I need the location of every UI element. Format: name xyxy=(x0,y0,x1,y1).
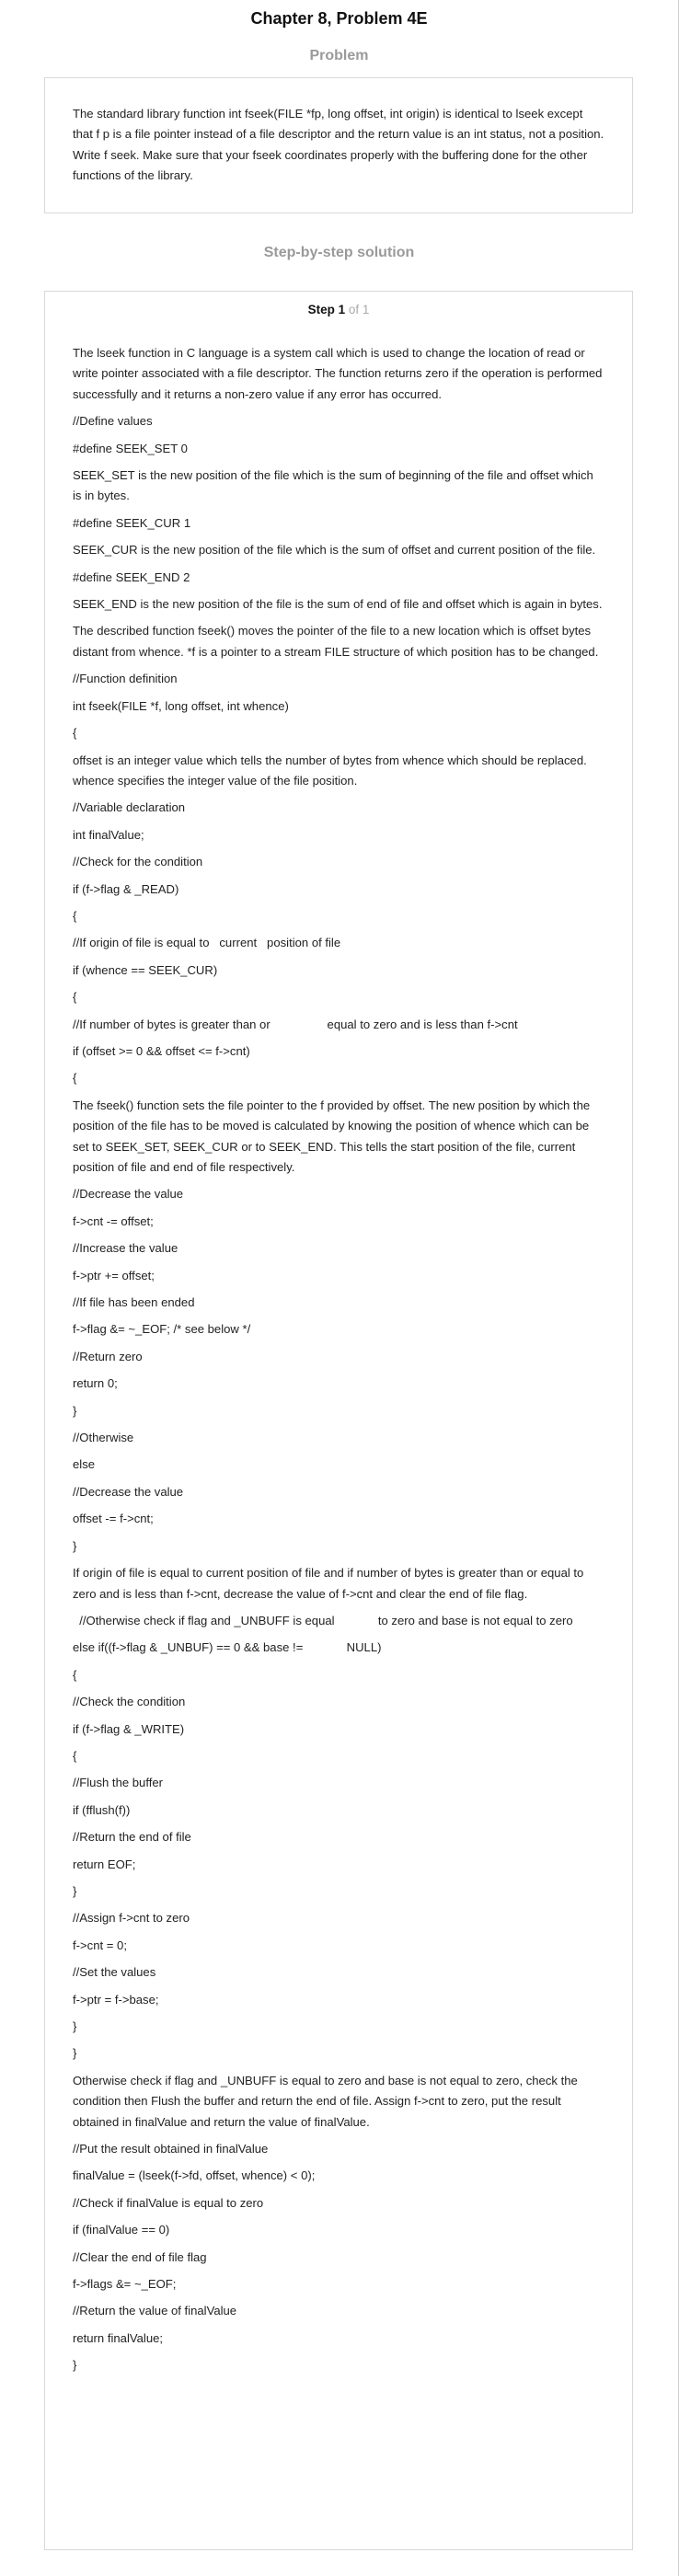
solution-line: } xyxy=(73,2046,77,2061)
solution-line: return finalValue; xyxy=(73,2330,164,2345)
problem-heading: Problem xyxy=(309,48,369,63)
solution-heading: Step-by-step solution xyxy=(263,245,415,260)
solution-line: } xyxy=(73,1883,77,1898)
solution-line: f->ptr = f->base; xyxy=(73,1992,159,2007)
solution-line: f->cnt = 0; xyxy=(73,1938,127,1952)
solution-line: offset is an integer value which tells t… xyxy=(73,753,591,788)
solution-line: f->ptr += offset; xyxy=(73,1268,155,1282)
step-label: Step 1 xyxy=(307,303,346,316)
solution-line: f->flag &= ~_EOF; /* see below */ xyxy=(73,1322,251,1337)
solution-line: if (whence == SEEK_CUR) xyxy=(73,962,218,977)
solution-line: //Return zero xyxy=(73,1349,143,1363)
solution-line: //Flush the buffer xyxy=(73,1776,164,1790)
solution-line: //Check if finalValue is equal to zero xyxy=(73,2195,264,2210)
solution-line: //Assign f->cnt to zero xyxy=(73,1911,190,1926)
solution-line: return 0; xyxy=(73,1376,118,1391)
solution-line: SEEK_CUR is the new position of the file… xyxy=(73,543,596,558)
solution-line: { xyxy=(73,1071,77,1086)
solution-line: { xyxy=(73,908,77,923)
solution-line: { xyxy=(73,1748,77,1763)
solution-line: int finalValue; xyxy=(73,827,144,842)
solution-line: SEEK_SET is the new position of the file… xyxy=(73,468,597,503)
solution-line: //If file has been ended xyxy=(73,1295,195,1310)
solution-line: else xyxy=(73,1457,96,1472)
solution-line: SEEK_END is the new position of the file… xyxy=(73,597,603,612)
step-count: of 1 xyxy=(348,303,370,316)
solution-line: #define SEEK_END 2 xyxy=(73,569,190,584)
solution-line: else if((f->flag & _UNBUF) == 0 && base … xyxy=(73,1640,382,1655)
page-title: Chapter 8, Problem 4E xyxy=(250,9,428,28)
solution-line: Otherwise check if flag and _UNBUFF is e… xyxy=(73,2073,581,2129)
solution-line: } xyxy=(73,2019,77,2033)
solution-line: return EOF; xyxy=(73,1857,136,1871)
solution-line: //If number of bytes is greater than or … xyxy=(73,1017,518,1031)
solution-line: //Decrease the value xyxy=(73,1484,184,1499)
solution-line: //Otherwise check if flag and _UNBUFF is… xyxy=(73,1613,573,1627)
solution-line: The lseek function in C language is a sy… xyxy=(73,346,606,401)
solution-line: if (fflush(f)) xyxy=(73,1802,131,1817)
solution-line: f->cnt -= offset; xyxy=(73,1213,154,1228)
solution-line: } xyxy=(73,1403,77,1418)
solution-line: //Set the values xyxy=(73,1965,156,1980)
solution-line: { xyxy=(73,1667,77,1682)
solution-line: //Function definition xyxy=(73,672,178,686)
solution-line: //Return the value of finalValue xyxy=(73,2304,237,2318)
solution-line: //Check the condition xyxy=(73,1695,186,1709)
solution-line: if (f->flag & _READ) xyxy=(73,881,179,896)
solution-line: //Otherwise xyxy=(73,1431,134,1445)
solution-line: //Check for the condition xyxy=(73,855,203,869)
solution-line: //Define values xyxy=(73,414,153,429)
solution-body: The lseek function in C language is a sy… xyxy=(73,343,604,2376)
solution-line: if (offset >= 0 && offset <= f->cnt) xyxy=(73,1043,250,1058)
solution-line: { xyxy=(73,990,77,1005)
solution-line: finalValue = (lseek(f->fd, offset, whenc… xyxy=(73,2168,316,2183)
solution-line: //Variable declaration xyxy=(73,800,186,815)
problem-box: The standard library function int fseek(… xyxy=(44,77,633,213)
solution-line: //Clear the end of file flag xyxy=(73,2249,207,2264)
solution-line: //Return the end of file xyxy=(73,1830,191,1845)
solution-line: if (finalValue == 0) xyxy=(73,2223,170,2237)
solution-line: The described function fseek() moves the… xyxy=(73,624,599,659)
solution-line: //Put the result obtained in finalValue xyxy=(73,2142,269,2156)
solution-line: if (f->flag & _WRITE) xyxy=(73,1721,185,1736)
solution-line: //Increase the value xyxy=(73,1241,178,1256)
solution-line: #define SEEK_SET 0 xyxy=(73,441,188,455)
solution-line: The fseek() function sets the file point… xyxy=(73,1098,593,1174)
step-heading: Step 1 of 1 xyxy=(73,303,604,321)
solution-line: If origin of file is equal to current po… xyxy=(73,1566,587,1601)
solution-line: } xyxy=(73,1538,77,1553)
solution-line: //If origin of file is equal to current … xyxy=(73,936,341,950)
solution-line: } xyxy=(73,2358,77,2373)
solution-line: offset -= f->cnt; xyxy=(73,1512,154,1526)
solution-line: //Decrease the value xyxy=(73,1187,184,1202)
solution-line: int fseek(FILE *f, long offset, int when… xyxy=(73,698,289,713)
solution-page: Chapter 8, Problem 4E Problem The standa… xyxy=(0,0,679,2576)
solution-line: { xyxy=(73,726,77,741)
solution-box: Step 1 of 1 The lseek function in C lang… xyxy=(44,291,633,2550)
problem-text: The standard library function int fseek(… xyxy=(73,107,604,183)
solution-line: f->flags &= ~_EOF; xyxy=(73,2277,177,2292)
solution-line: #define SEEK_CUR 1 xyxy=(73,515,191,530)
